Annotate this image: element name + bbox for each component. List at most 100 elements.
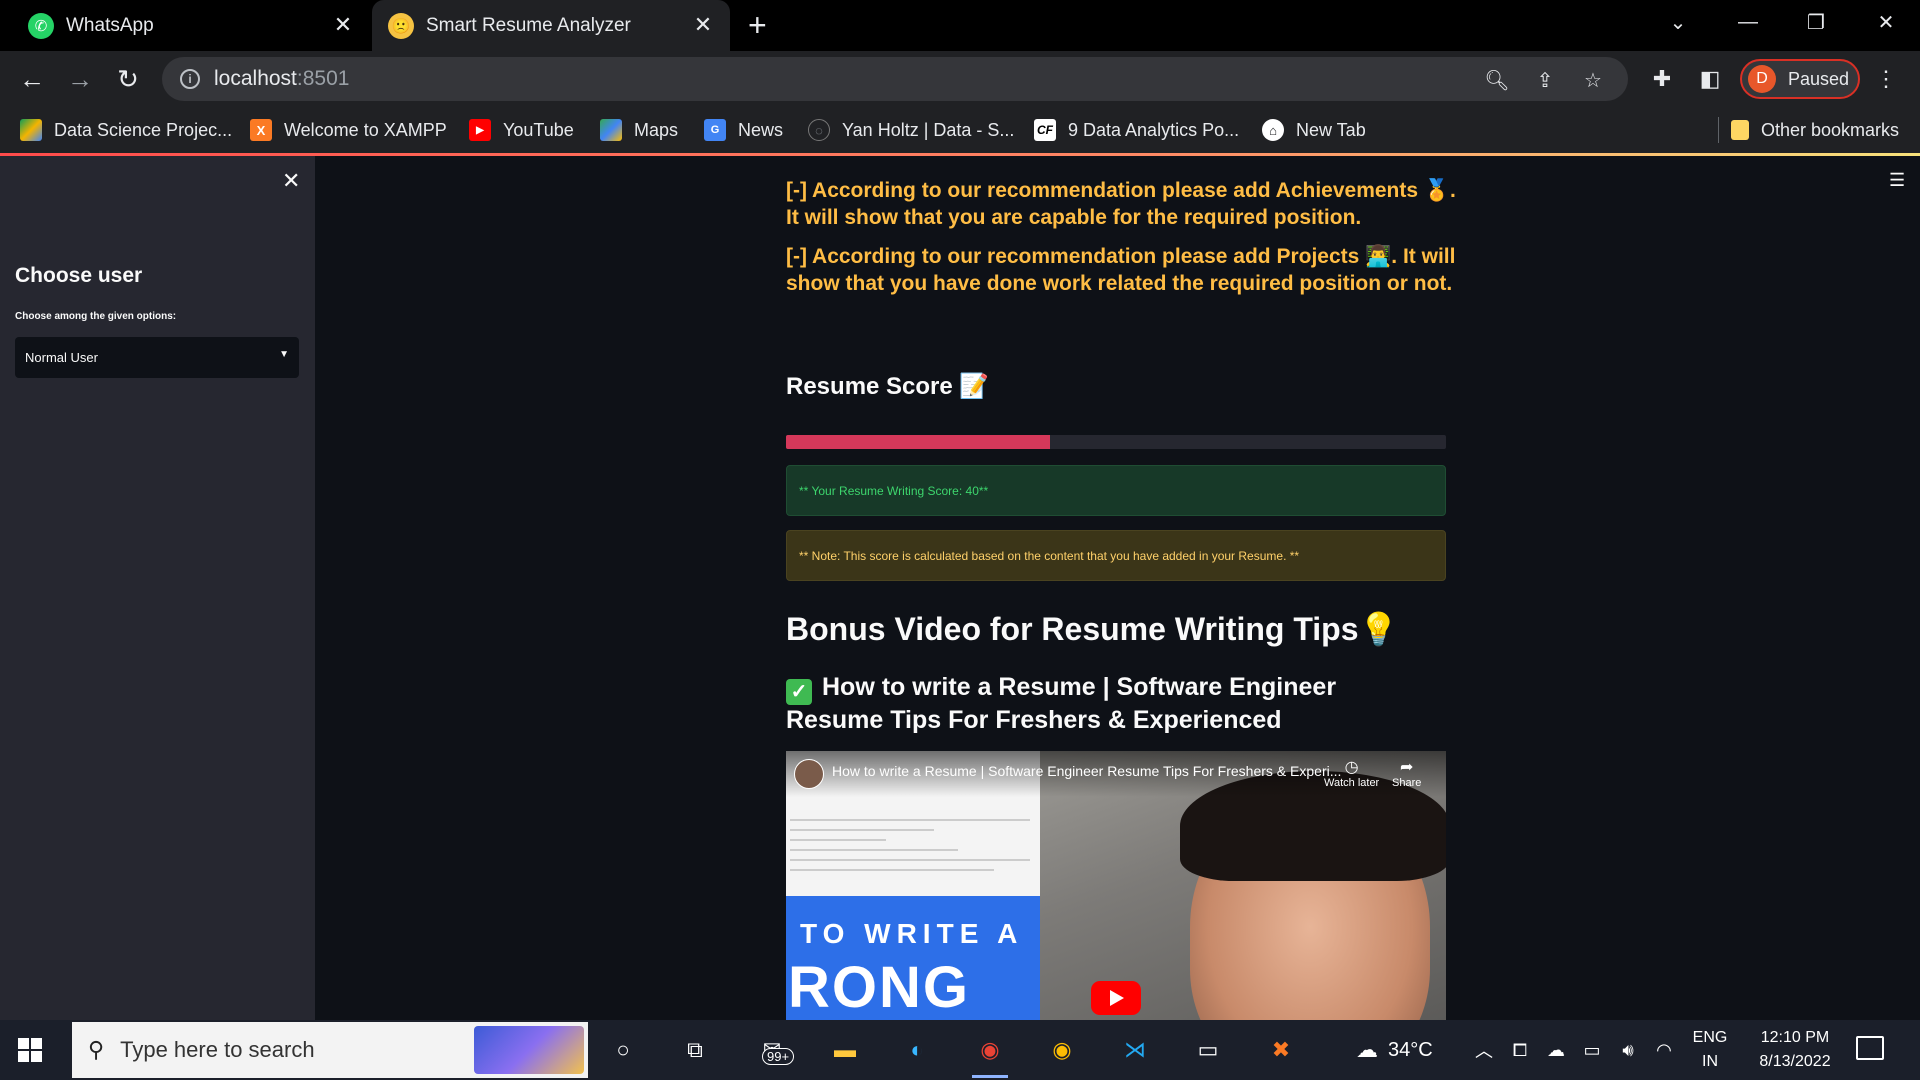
tab-search-icon[interactable]: ⌄: [1648, 0, 1708, 44]
bookmark-xampp[interactable]: X Welcome to XAMPP: [250, 107, 447, 153]
score-text: ** Your Resume Writing Score: 40**: [799, 483, 989, 498]
close-sidebar-icon[interactable]: ✕: [282, 168, 300, 194]
bookmark-star-icon[interactable]: ☆: [1578, 65, 1608, 95]
video-heading: ✓ How to write a Resume | Software Engine…: [786, 672, 1426, 736]
search-placeholder: Type here to search: [120, 1037, 315, 1062]
watch-later-label: Watch later: [1324, 777, 1380, 789]
url-host: localhost: [214, 67, 297, 90]
cortana-icon[interactable]: ○: [601, 1028, 645, 1072]
resume-score-heading: Resume Score 📝: [786, 373, 990, 400]
side-panel-icon[interactable]: ◧: [1692, 61, 1728, 97]
more-menu-icon[interactable]: ⋮: [1868, 61, 1904, 97]
bookmark-new-tab[interactable]: ⌂ New Tab: [1262, 107, 1366, 153]
search-highlight-art: [474, 1026, 584, 1074]
play-icon[interactable]: [1091, 981, 1141, 1015]
zoom-icon[interactable]: 🔍︎: [1482, 65, 1512, 95]
news-icon: G: [704, 119, 726, 141]
bookmark-youtube[interactable]: ▶ YouTube: [469, 107, 574, 153]
xampp-taskbar-icon[interactable]: ✖: [1259, 1028, 1303, 1072]
restore-icon[interactable]: ❐: [1786, 0, 1846, 44]
sidebar-title: Choose user: [15, 264, 143, 287]
bookmark-data-science[interactable]: Data Science Projec...: [20, 107, 232, 153]
resume-preview-lines: [790, 811, 1030, 879]
select-label: Choose among the given options:: [15, 311, 177, 322]
cf-icon: CF: [1034, 119, 1056, 141]
edge-icon[interactable]: ◐: [895, 1028, 939, 1072]
new-tab-icon[interactable]: +: [748, 8, 767, 42]
chrome-icon[interactable]: ◉: [968, 1028, 1012, 1078]
watch-later-button[interactable]: ◷ Watch later: [1324, 757, 1379, 789]
bookmark-maps[interactable]: Maps: [600, 107, 678, 153]
profile-status: Paused: [1788, 68, 1850, 89]
video-heading-text: How to write a Resume | Software Enginee…: [786, 673, 1337, 734]
bookmark-label: Other bookmarks: [1761, 119, 1900, 140]
score-progress-bar: [786, 435, 1446, 449]
bookmark-yan-holtz[interactable]: ◌ Yan Holtz | Data - S...: [808, 107, 1014, 153]
bookmark-label: News: [738, 119, 784, 140]
bonus-video-heading: Bonus Video for Resume Writing Tips💡: [786, 611, 1399, 647]
thumbnail-text-line1: TO WRITE A: [800, 918, 1024, 949]
bookmark-label: Yan Holtz | Data - S...: [842, 119, 1015, 140]
terminal-icon[interactable]: ▭: [1186, 1028, 1230, 1072]
search-icon: ⚲: [88, 1037, 105, 1062]
windows-start-icon[interactable]: [18, 1038, 42, 1062]
back-icon[interactable]: ←: [14, 61, 50, 97]
thumbnail-text-line2: RONG: [788, 955, 970, 1020]
chevron-down-icon: ▼: [279, 349, 289, 360]
weather-widget[interactable]: ☁ 34°C: [1356, 1020, 1433, 1080]
folder-icon: [1731, 120, 1749, 140]
reload-icon[interactable]: ↻: [110, 61, 146, 97]
bookmark-label: Welcome to XAMPP: [284, 119, 447, 140]
hamburger-menu-icon[interactable]: ☰: [1889, 170, 1905, 191]
bookmark-data-analytics[interactable]: CF 9 Data Analytics Po...: [1034, 107, 1239, 153]
tab-whatsapp[interactable]: ✆ WhatsApp ✕: [0, 0, 370, 51]
xampp-icon: X: [250, 119, 272, 141]
confused-face-icon: 🙁: [388, 12, 414, 39]
task-view-icon[interactable]: ⧉: [673, 1028, 717, 1072]
chrome-profile-icon[interactable]: ◉: [1040, 1028, 1084, 1072]
close-window-icon[interactable]: ✕: [1856, 0, 1916, 44]
user-type-select[interactable]: Normal User ▼: [15, 337, 299, 378]
extensions-icon[interactable]: ✚: [1644, 61, 1680, 97]
share-arrow-icon: ➦: [1399, 759, 1414, 776]
bookmark-label: 9 Data Analytics Po...: [1068, 119, 1240, 140]
region-code: IN: [1702, 1053, 1718, 1070]
close-tab-icon[interactable]: ✕: [692, 12, 714, 37]
forward-icon[interactable]: →: [62, 61, 98, 97]
bookmark-news[interactable]: G News: [704, 107, 783, 153]
main-content: ☰ [-] According to our recommendation pl…: [315, 156, 1920, 1020]
share-label: Share: [1392, 777, 1422, 789]
language-indicator[interactable]: ENG IN: [1685, 1026, 1735, 1074]
video-overlay-title[interactable]: How to write a Resume | Software Enginee…: [832, 763, 1341, 779]
tab-smart-resume-analyzer[interactable]: 🙁 Smart Resume Analyzer ✕: [372, 0, 730, 51]
channel-avatar[interactable]: [794, 759, 824, 789]
address-bar[interactable]: i localhost:8501 🔍︎ ⇪ ☆: [162, 57, 1628, 101]
minimize-icon[interactable]: —: [1718, 0, 1778, 44]
profile-button[interactable]: D Paused: [1740, 59, 1860, 99]
youtube-video-embed[interactable]: TO WRITE A RONG How to write a Resume | …: [786, 751, 1446, 1020]
tab-strip: ✆ WhatsApp ✕ 🙁 Smart Resume Analyzer ✕ +…: [0, 0, 1920, 51]
note-warning-alert: ** Note: This score is calculated based …: [786, 530, 1446, 581]
notification-center-icon[interactable]: [1856, 1036, 1884, 1060]
check-mark-icon: ✓: [786, 679, 812, 705]
bookmark-other[interactable]: Other bookmarks: [1718, 117, 1899, 143]
vscode-icon[interactable]: ⋊: [1113, 1028, 1157, 1072]
share-icon[interactable]: ⇪: [1530, 65, 1560, 95]
tab-title: Smart Resume Analyzer: [426, 14, 631, 36]
bookmark-label: Maps: [634, 119, 679, 140]
globe-icon: ◌: [808, 119, 830, 141]
clock-date: 8/13/2022: [1759, 1053, 1831, 1070]
cloud-rain-icon: ☁: [1356, 1037, 1378, 1062]
site-info-icon[interactable]: i: [180, 69, 200, 89]
taskbar: ⚲ Type here to search ○ ⧉ ✉ 99+ ▬ ◐ ◉ ◉ …: [0, 1020, 1920, 1080]
maps-icon: [600, 119, 622, 141]
recommendation-projects: [-] According to our recommendation plea…: [786, 245, 1456, 295]
system-clock[interactable]: 12:10 PM 8/13/2022: [1740, 1026, 1850, 1074]
share-button[interactable]: ➦ Share: [1392, 757, 1421, 789]
taskbar-search[interactable]: ⚲ Type here to search: [72, 1022, 588, 1078]
note-text: ** Note: This score is calculated based …: [799, 548, 1300, 563]
close-tab-icon[interactable]: ✕: [332, 12, 354, 37]
score-progress-fill: [786, 435, 1050, 449]
wifi-icon[interactable]: ◠: [1642, 1028, 1686, 1072]
file-explorer-icon[interactable]: ▬: [823, 1028, 867, 1072]
